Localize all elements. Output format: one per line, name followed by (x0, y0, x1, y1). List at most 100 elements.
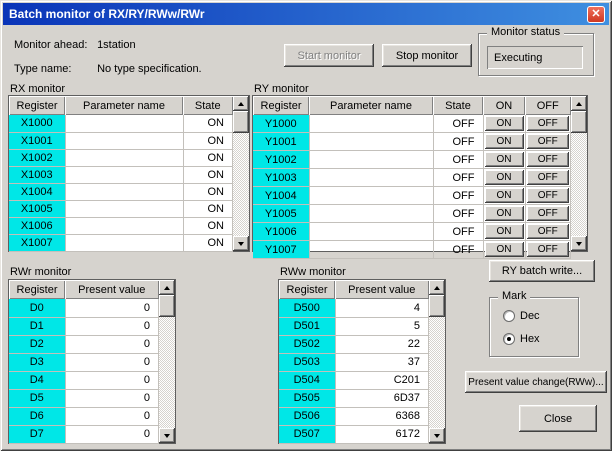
register-cell: D4 (9, 371, 65, 389)
state-cell: OFF (433, 169, 483, 187)
on-cell: ON (483, 205, 525, 223)
register-cell: Y1000 (253, 115, 309, 133)
rwr-monitor-title: RWr monitor (10, 266, 71, 278)
close-icon[interactable]: ✕ (587, 6, 605, 23)
scroll-thumb[interactable] (571, 111, 587, 133)
stop-monitor-button[interactable]: Stop monitor (382, 44, 472, 67)
ry-table-row: Y1005 OFF ON OFF (253, 205, 571, 223)
present-value-change-button[interactable]: Present value change(RWw)... (465, 371, 607, 393)
state-cell: ON (183, 115, 233, 132)
rwr-table-row: D6 0 (9, 407, 159, 425)
present-value-cell: 6172 (335, 425, 429, 443)
state-cell: ON (183, 166, 233, 183)
register-cell: X1003 (9, 166, 65, 183)
scroll-down-icon[interactable] (233, 236, 249, 251)
register-cell: Y1001 (253, 133, 309, 151)
ry-off-button[interactable]: OFF (527, 224, 570, 239)
parameter-cell (65, 149, 183, 166)
state-cell: OFF (433, 187, 483, 205)
on-cell: ON (483, 223, 525, 241)
rx-header-register: Register (9, 96, 65, 115)
radio-dec-label: Dec (520, 310, 540, 322)
scroll-up-icon[interactable] (233, 96, 249, 111)
rx-table-row: X1000 ON (9, 115, 233, 132)
start-monitor-button[interactable]: Start monitor (284, 44, 374, 67)
scroll-thumb[interactable] (233, 111, 249, 133)
type-name-value: No type specification. (97, 63, 202, 75)
ry-on-button[interactable]: ON (485, 224, 524, 239)
rww-table-row: D505 6D37 (279, 389, 429, 407)
scroll-thumb[interactable] (159, 295, 175, 317)
radio-dec[interactable]: Dec (503, 310, 540, 322)
ry-header-state: State (433, 96, 483, 115)
rwr-table-row: D5 0 (9, 389, 159, 407)
rx-table-row: X1005 ON (9, 200, 233, 217)
ry-batch-write-button[interactable]: RY batch write... (489, 260, 595, 282)
parameter-cell (65, 132, 183, 149)
register-cell: D500 (279, 299, 335, 317)
ry-on-button[interactable]: ON (485, 170, 524, 185)
rww-scrollbar[interactable] (429, 280, 445, 443)
register-cell: D2 (9, 335, 65, 353)
monitor-ahead-value: 1station (97, 39, 136, 51)
parameter-cell (309, 187, 433, 205)
radio-hex[interactable]: Hex (503, 333, 540, 345)
scroll-up-icon[interactable] (159, 280, 175, 295)
off-cell: OFF (525, 205, 571, 223)
ry-on-button[interactable]: ON (485, 242, 524, 257)
ry-scrollbar[interactable] (571, 96, 587, 251)
scroll-down-icon[interactable] (571, 236, 587, 251)
ry-on-button[interactable]: ON (485, 152, 524, 167)
rww-table-row: D501 5 (279, 317, 429, 335)
ry-off-button[interactable]: OFF (527, 206, 570, 221)
batch-monitor-dialog: Batch monitor of RX/RY/RWw/RWr ✕ Monitor… (0, 0, 612, 451)
scroll-down-icon[interactable] (159, 428, 175, 443)
ry-header-on: ON (483, 96, 525, 115)
rx-scrollbar[interactable] (233, 96, 249, 251)
parameter-cell (309, 241, 433, 259)
ry-off-button[interactable]: OFF (527, 170, 570, 185)
state-cell: OFF (433, 223, 483, 241)
ry-on-button[interactable]: ON (485, 188, 524, 203)
register-cell: D0 (9, 299, 65, 317)
register-cell: D504 (279, 371, 335, 389)
rww-table-row: D500 4 (279, 299, 429, 317)
state-cell: ON (183, 217, 233, 234)
ry-monitor-table: Register Parameter name State ON OFF Y10… (252, 95, 588, 252)
scroll-up-icon[interactable] (571, 96, 587, 111)
register-cell: Y1005 (253, 205, 309, 223)
rwr-table-row: D3 0 (9, 353, 159, 371)
ry-on-button[interactable]: ON (485, 116, 524, 131)
register-cell: Y1007 (253, 241, 309, 259)
register-cell: X1000 (9, 115, 65, 132)
ry-off-button[interactable]: OFF (527, 134, 570, 149)
register-cell: X1002 (9, 149, 65, 166)
monitor-status-field: Executing (487, 46, 583, 69)
off-cell: OFF (525, 241, 571, 259)
scroll-down-icon[interactable] (429, 428, 445, 443)
present-value-cell: 4 (335, 299, 429, 317)
rww-table-row: D506 6368 (279, 407, 429, 425)
on-cell: ON (483, 187, 525, 205)
ry-off-button[interactable]: OFF (527, 116, 570, 131)
ry-table-row: Y1000 OFF ON OFF (253, 115, 571, 133)
rx-header-state: State (183, 96, 233, 115)
parameter-cell (309, 151, 433, 169)
scroll-thumb[interactable] (429, 295, 445, 317)
scroll-up-icon[interactable] (429, 280, 445, 295)
ry-on-button[interactable]: ON (485, 206, 524, 221)
parameter-cell (309, 115, 433, 133)
state-cell: ON (183, 183, 233, 200)
on-cell: ON (483, 133, 525, 151)
ry-on-button[interactable]: ON (485, 134, 524, 149)
ry-off-button[interactable]: OFF (527, 242, 570, 257)
present-value-cell: 0 (65, 425, 159, 443)
rwr-monitor-table: Register Present value D0 0 D1 0 (8, 279, 176, 444)
close-button[interactable]: Close (519, 405, 597, 432)
type-name-row: Type name: No type specification. (14, 63, 202, 75)
rx-table-row: X1004 ON (9, 183, 233, 200)
ry-table-row: Y1002 OFF ON OFF (253, 151, 571, 169)
rwr-scrollbar[interactable] (159, 280, 175, 443)
ry-off-button[interactable]: OFF (527, 188, 570, 203)
ry-off-button[interactable]: OFF (527, 152, 570, 167)
